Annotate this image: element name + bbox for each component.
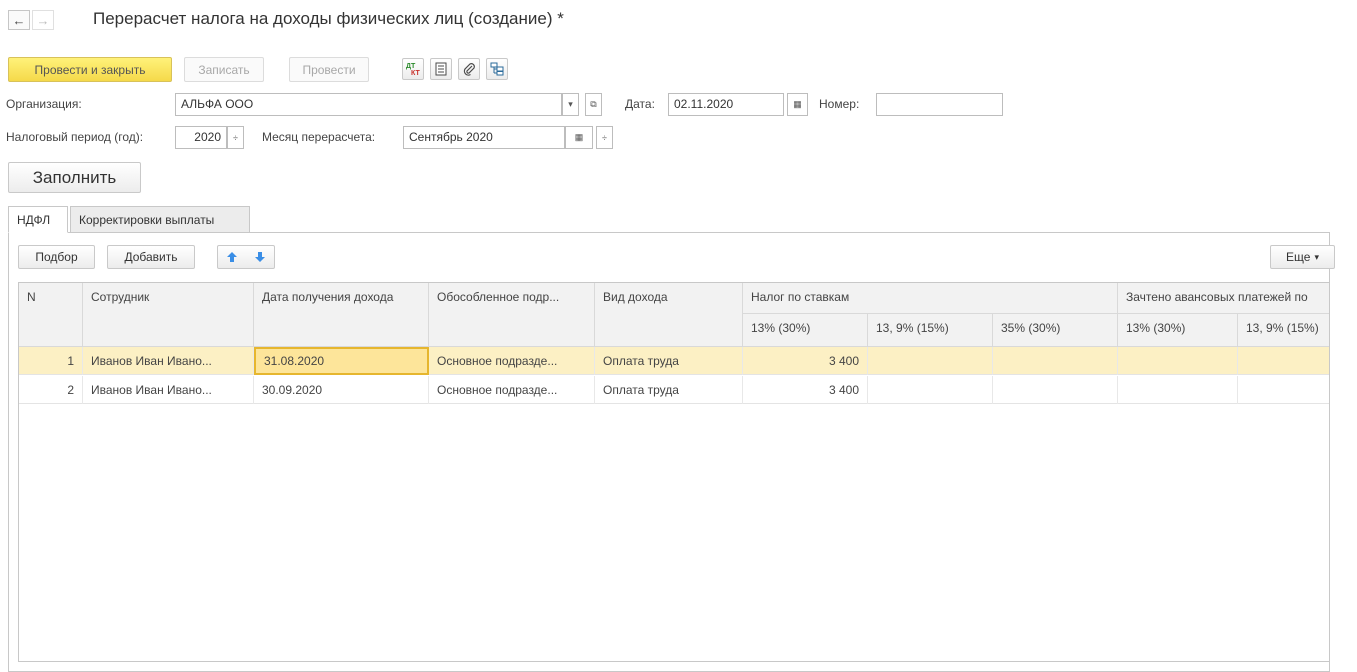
cell-division[interactable]: Основное подразде... bbox=[429, 376, 595, 404]
cell-adv-9[interactable] bbox=[1238, 376, 1329, 404]
period-label: Налоговый период (год): bbox=[6, 130, 144, 144]
col-header-income-date[interactable]: Дата получения дохода bbox=[254, 283, 429, 347]
post-button[interactable]: Провести bbox=[289, 57, 369, 82]
cell-tax-13[interactable]: 3 400 bbox=[743, 376, 868, 404]
arrow-down-icon[interactable] bbox=[254, 251, 266, 263]
cell-tax-9[interactable] bbox=[868, 376, 993, 404]
cell-tax-9[interactable] bbox=[868, 347, 993, 375]
cell-n: 2 bbox=[19, 376, 83, 404]
paperclip-icon bbox=[463, 63, 475, 76]
structure-button[interactable] bbox=[486, 58, 508, 80]
col-header-n[interactable]: N bbox=[19, 283, 83, 347]
arrow-right-icon: → bbox=[36, 12, 50, 28]
cell-income-date[interactable]: 30.09.2020 bbox=[254, 376, 429, 404]
svg-text:КТ: КТ bbox=[411, 70, 420, 77]
org-open-button[interactable]: ⧉ bbox=[585, 93, 602, 116]
date-input[interactable]: 02.11.2020 bbox=[668, 93, 784, 116]
table-row[interactable]: 2 Иванов Иван Ивано... 30.09.2020 Основн… bbox=[19, 376, 1329, 404]
month-input[interactable]: Сентябрь 2020 bbox=[403, 126, 565, 149]
org-label: Организация: bbox=[6, 97, 82, 111]
col-header-division[interactable]: Обособленное подр... bbox=[429, 283, 595, 347]
col-header-tax-35[interactable]: 35% (30%) bbox=[993, 314, 1118, 347]
cell-income-type[interactable]: Оплата труда bbox=[595, 376, 743, 404]
col-header-income-type[interactable]: Вид дохода bbox=[595, 283, 743, 347]
cell-tax-35[interactable] bbox=[993, 347, 1118, 375]
period-input[interactable]: 2020 bbox=[175, 126, 227, 149]
chevron-down-icon: ▾ bbox=[568, 99, 573, 109]
number-input[interactable] bbox=[876, 93, 1003, 116]
cell-tax-13[interactable]: 3 400 bbox=[743, 347, 868, 375]
col-header-adv-13[interactable]: 13% (30%) bbox=[1118, 314, 1238, 347]
cell-adv-13[interactable] bbox=[1118, 347, 1238, 375]
save-button[interactable]: Записать bbox=[184, 57, 264, 82]
more-button[interactable]: Еще ▾ bbox=[1270, 245, 1335, 269]
back-button[interactable]: ← bbox=[8, 10, 30, 30]
col-header-employee[interactable]: Сотрудник bbox=[83, 283, 254, 347]
arrow-up-icon[interactable] bbox=[226, 251, 238, 263]
forward-button[interactable]: → bbox=[32, 10, 54, 30]
dt-kt-button[interactable]: ДТ КТ bbox=[402, 58, 424, 80]
period-stepper[interactable]: ÷ bbox=[227, 126, 244, 149]
number-label: Номер: bbox=[819, 97, 860, 111]
col-group-advances: Зачтено авансовых платежей по bbox=[1118, 283, 1329, 314]
open-link-icon: ⧉ bbox=[590, 99, 597, 109]
calendar-icon: ▦ bbox=[574, 132, 584, 142]
arrow-left-icon: ← bbox=[12, 12, 26, 28]
cell-income-date[interactable]: 31.08.2020 bbox=[254, 347, 429, 375]
dt-kt-icon: ДТ КТ bbox=[406, 63, 420, 77]
hierarchy-icon bbox=[490, 62, 504, 76]
col-header-tax-9[interactable]: 13, 9% (15%) bbox=[868, 314, 993, 347]
month-stepper[interactable]: ÷ bbox=[596, 126, 613, 149]
cell-tax-35[interactable] bbox=[993, 376, 1118, 404]
calendar-icon: ▦ bbox=[793, 99, 802, 109]
move-buttons bbox=[217, 245, 275, 269]
org-input[interactable]: АЛЬФА ООО bbox=[175, 93, 562, 116]
tab-ndfl[interactable]: НДФЛ bbox=[8, 206, 68, 233]
cell-n: 1 bbox=[19, 347, 83, 375]
post-and-close-button[interactable]: Провести и закрыть bbox=[8, 57, 172, 82]
cell-employee[interactable]: Иванов Иван Ивано... bbox=[83, 347, 254, 375]
report-button[interactable] bbox=[430, 58, 452, 80]
more-label: Еще bbox=[1286, 250, 1311, 264]
attach-button[interactable] bbox=[458, 58, 480, 80]
fill-button[interactable]: Заполнить bbox=[8, 162, 141, 193]
select-button[interactable]: Подбор bbox=[18, 245, 95, 269]
org-dropdown-button[interactable]: ▾ bbox=[562, 93, 579, 116]
table-row[interactable]: 1 Иванов Иван Ивано... 31.08.2020 Основн… bbox=[19, 347, 1329, 375]
cell-income-type[interactable]: Оплата труда bbox=[595, 347, 743, 375]
cell-adv-9[interactable] bbox=[1238, 347, 1329, 375]
ndfl-table: N Сотрудник Дата получения дохода Обособ… bbox=[18, 282, 1330, 662]
date-label: Дата: bbox=[625, 97, 655, 111]
col-header-adv-9[interactable]: 13, 9% (15%) bbox=[1238, 314, 1329, 347]
add-button[interactable]: Добавить bbox=[107, 245, 195, 269]
cell-employee[interactable]: Иванов Иван Ивано... bbox=[83, 376, 254, 404]
date-calendar-button[interactable]: ▦ bbox=[787, 93, 808, 116]
svg-text:ДТ: ДТ bbox=[406, 63, 416, 70]
document-list-icon bbox=[435, 62, 447, 76]
month-label: Месяц перерасчета: bbox=[262, 130, 376, 144]
stepper-icon: ÷ bbox=[233, 132, 238, 143]
month-calendar-button[interactable]: ▦ bbox=[565, 126, 593, 149]
tab-payment-corrections[interactable]: Корректировки выплаты bbox=[70, 206, 250, 233]
cell-division[interactable]: Основное подразде... bbox=[429, 347, 595, 375]
cell-adv-13[interactable] bbox=[1118, 376, 1238, 404]
page-title: Перерасчет налога на доходы физических л… bbox=[93, 9, 564, 28]
col-header-tax-13[interactable]: 13% (30%) bbox=[743, 314, 868, 347]
col-group-tax: Налог по ставкам bbox=[743, 283, 1118, 314]
chevron-down-icon: ▾ bbox=[1314, 251, 1319, 262]
stepper-icon: ÷ bbox=[602, 132, 607, 143]
